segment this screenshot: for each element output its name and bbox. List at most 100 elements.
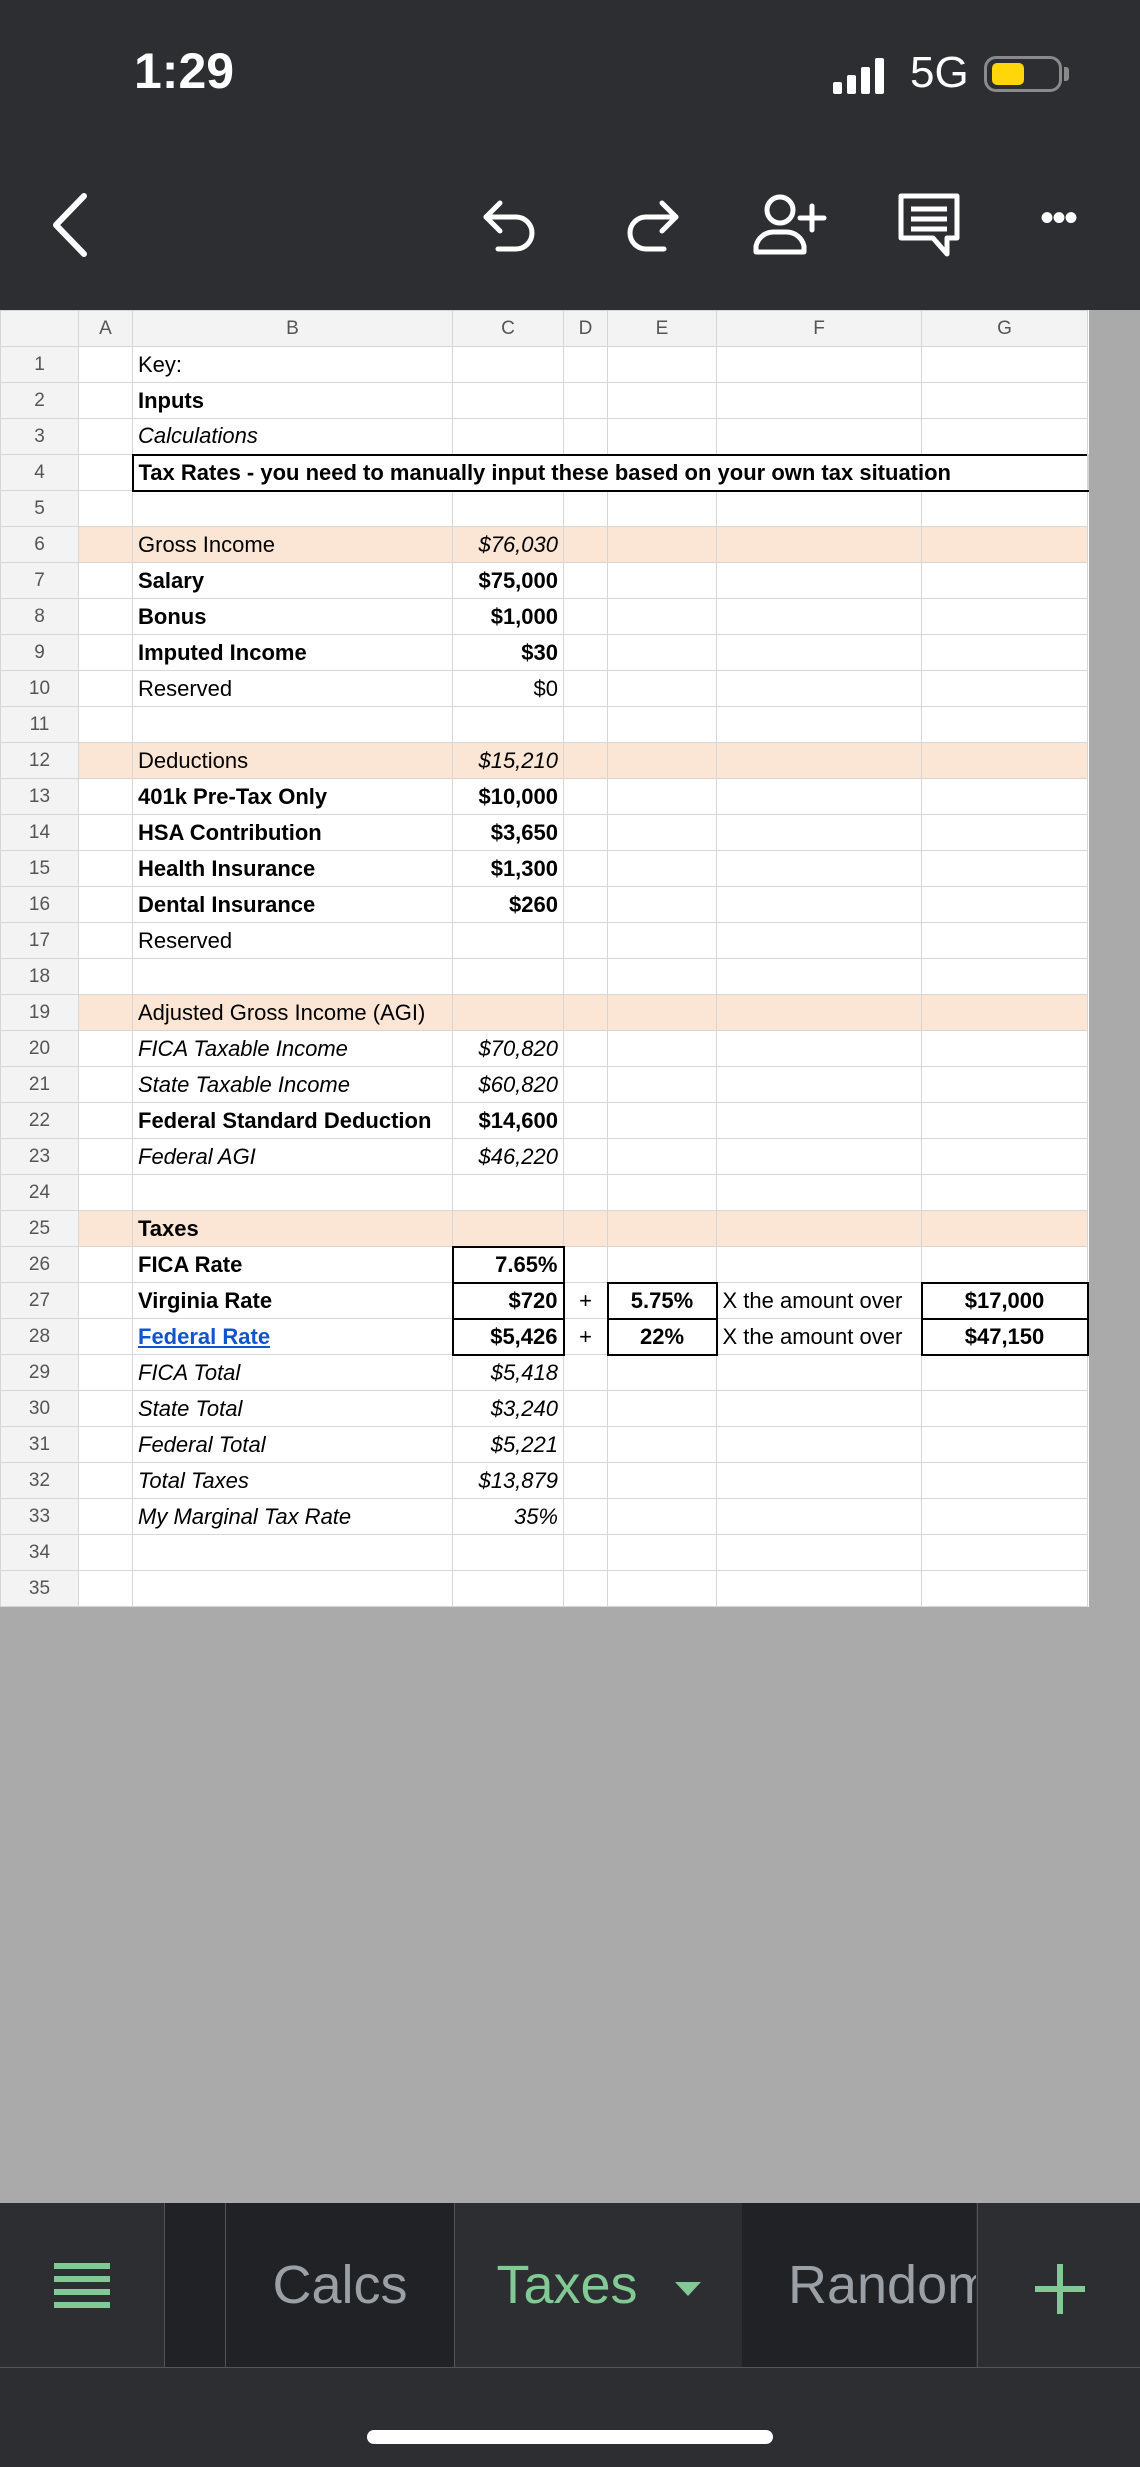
cell-f[interactable]: [716, 1498, 922, 1535]
cell-c[interactable]: $5,418: [452, 1354, 564, 1391]
cell-d[interactable]: [563, 1174, 608, 1211]
cell-d[interactable]: [563, 1246, 608, 1283]
cell-a[interactable]: [78, 1138, 133, 1175]
cell-g[interactable]: [921, 1354, 1088, 1391]
cell-b[interactable]: FICA Taxable Income: [132, 1030, 453, 1067]
cell-e[interactable]: [607, 1174, 717, 1211]
cell-c[interactable]: [452, 922, 564, 959]
cell-a[interactable]: [78, 1390, 133, 1427]
cell-e[interactable]: [607, 1066, 717, 1103]
cell-d[interactable]: [563, 994, 608, 1031]
cell-b[interactable]: Federal Standard Deduction: [132, 1102, 453, 1139]
row-header[interactable]: 2: [0, 382, 79, 419]
cell-g[interactable]: [921, 1390, 1088, 1427]
column-header-c[interactable]: C: [452, 310, 564, 347]
spreadsheet-grid[interactable]: A B C D E F G 1 Key: 2 Inputs 3 Calculat…: [0, 310, 1089, 1607]
cell-e[interactable]: [607, 1390, 717, 1427]
cell-b[interactable]: FICA Rate: [132, 1246, 453, 1283]
row-header[interactable]: 10: [0, 670, 79, 707]
cell-a[interactable]: [78, 1354, 133, 1391]
cell-f[interactable]: [716, 814, 922, 851]
cell-c[interactable]: $30: [452, 634, 564, 671]
cell-g[interactable]: [921, 922, 1088, 959]
row-header[interactable]: 6: [0, 526, 79, 563]
cell-e[interactable]: [607, 922, 717, 959]
cell-g[interactable]: [921, 562, 1088, 599]
cell-f[interactable]: [716, 670, 922, 707]
cell-g[interactable]: [921, 1570, 1088, 1607]
cell-d[interactable]: [563, 1066, 608, 1103]
cell-b[interactable]: Imputed Income: [132, 634, 453, 671]
cell-c[interactable]: $70,820: [452, 1030, 564, 1067]
cell-c[interactable]: $75,000: [452, 562, 564, 599]
row-header[interactable]: 16: [0, 886, 79, 923]
tab-previous-partial[interactable]: [164, 2203, 225, 2367]
row-header[interactable]: 26: [0, 1246, 79, 1283]
cell-c[interactable]: [452, 1210, 564, 1247]
cell-d[interactable]: [563, 814, 608, 851]
cell-b[interactable]: Bonus: [132, 598, 453, 635]
cell-d[interactable]: [563, 1102, 608, 1139]
cell-e[interactable]: [607, 634, 717, 671]
cell-d[interactable]: +: [563, 1282, 608, 1319]
cell-a[interactable]: [78, 1462, 133, 1499]
row-header[interactable]: 28: [0, 1318, 79, 1355]
cell-d[interactable]: [563, 670, 608, 707]
row-header[interactable]: 21: [0, 1066, 79, 1103]
cell-e[interactable]: 5.75%: [606, 1281, 718, 1320]
cell-g[interactable]: [921, 1246, 1088, 1283]
cell-g[interactable]: $17,000: [920, 1281, 1089, 1320]
cell-a[interactable]: [78, 886, 133, 923]
column-header-f[interactable]: F: [716, 310, 922, 347]
cell-e[interactable]: [607, 994, 717, 1031]
cell-b[interactable]: Reserved: [132, 922, 453, 959]
cell-c[interactable]: [452, 346, 564, 383]
comment-icon[interactable]: [897, 192, 961, 258]
cell-a[interactable]: [78, 1102, 133, 1139]
column-header-g[interactable]: G: [921, 310, 1088, 347]
cell-e[interactable]: [607, 814, 717, 851]
cell-g[interactable]: [921, 958, 1088, 995]
cell-b[interactable]: [132, 706, 453, 743]
cell-e[interactable]: [607, 1102, 717, 1139]
cell-a[interactable]: [78, 1030, 133, 1067]
cell-d[interactable]: [563, 1570, 608, 1607]
cell-f[interactable]: [716, 634, 922, 671]
row-header[interactable]: 35: [0, 1570, 79, 1607]
cell-b[interactable]: Calculations: [132, 418, 453, 455]
cell-f[interactable]: [716, 1030, 922, 1067]
cell-f[interactable]: [716, 1570, 922, 1607]
cell-g[interactable]: [921, 346, 1088, 383]
cell-c[interactable]: $15,210: [452, 742, 564, 779]
cell-c[interactable]: [452, 490, 564, 527]
cell-b[interactable]: Key:: [132, 346, 453, 383]
cell-e[interactable]: [607, 1498, 717, 1535]
cell-a[interactable]: [78, 1498, 133, 1535]
column-header-b[interactable]: B: [132, 310, 453, 347]
cell-e[interactable]: [607, 1354, 717, 1391]
cell-b-tax-note[interactable]: Tax Rates - you need to manually input t…: [131, 453, 1089, 492]
cell-g[interactable]: [921, 778, 1088, 815]
cell-c[interactable]: $10,000: [452, 778, 564, 815]
row-header[interactable]: 4: [0, 454, 79, 491]
cell-e[interactable]: [607, 1462, 717, 1499]
cell-e[interactable]: [607, 1246, 717, 1283]
home-indicator[interactable]: [367, 2430, 773, 2444]
cell-b[interactable]: Gross Income: [132, 526, 453, 563]
cell-e[interactable]: 22%: [606, 1317, 718, 1356]
cell-f[interactable]: [716, 706, 922, 743]
cell-d[interactable]: [563, 346, 608, 383]
cell-f[interactable]: [716, 490, 922, 527]
cell-g[interactable]: [921, 886, 1088, 923]
cell-a[interactable]: [78, 814, 133, 851]
add-sheet-button[interactable]: [977, 2203, 1140, 2367]
cell-b[interactable]: Reserved: [132, 670, 453, 707]
cell-b[interactable]: Virginia Rate: [132, 1282, 453, 1319]
cell-a[interactable]: [78, 958, 133, 995]
cell-f[interactable]: [716, 994, 922, 1031]
cell-e[interactable]: [607, 670, 717, 707]
cell-f[interactable]: [716, 1426, 922, 1463]
cell-f[interactable]: [716, 778, 922, 815]
cell-g[interactable]: [921, 634, 1088, 671]
cell-c[interactable]: [452, 994, 564, 1031]
